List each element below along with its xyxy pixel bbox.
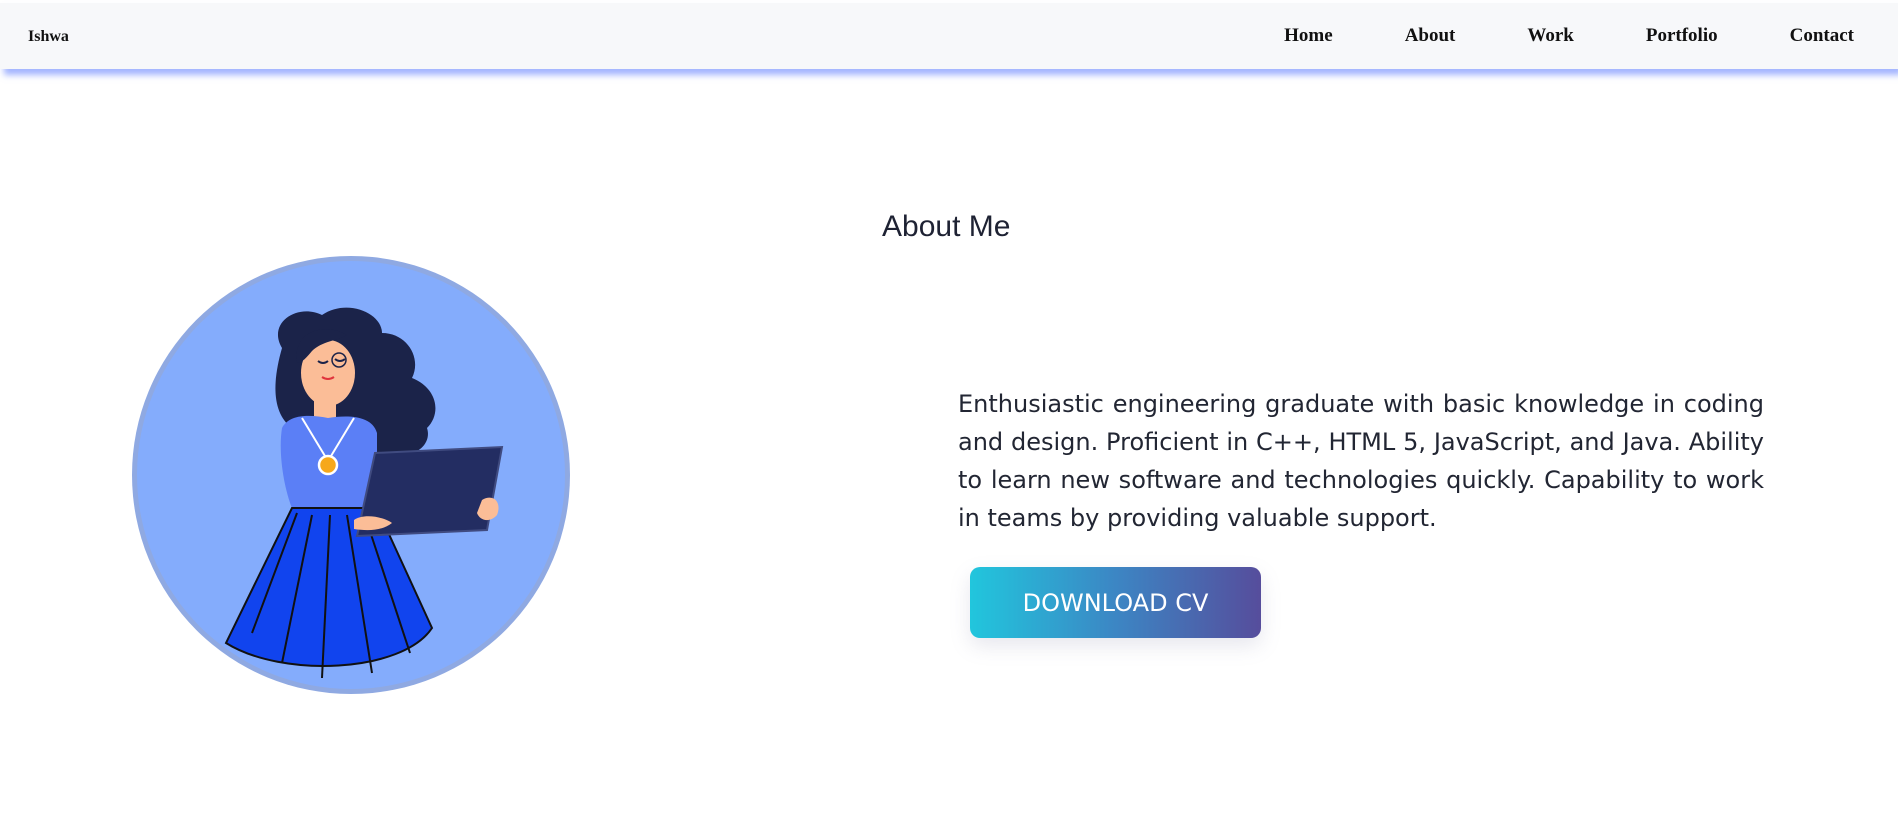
nav-link-contact[interactable]: Contact — [1752, 25, 1888, 47]
download-cv-label: DOWNLOAD CV — [1022, 588, 1209, 617]
brand-logo[interactable]: Ishwa — [28, 28, 69, 46]
about-description: Enthusiastic engineering graduate with b… — [958, 390, 1764, 532]
navbar: Ishwa Home About Work Portfolio Contact — [0, 3, 1898, 69]
nav-links: Home About Work Portfolio Contact — [1246, 25, 1888, 47]
woman-laptop-illustration — [132, 256, 570, 694]
nav-link-portfolio[interactable]: Portfolio — [1608, 25, 1752, 47]
nav-link-work[interactable]: Work — [1489, 25, 1607, 47]
download-cv-button[interactable]: DOWNLOAD CV — [970, 567, 1261, 638]
nav-link-home[interactable]: Home — [1246, 25, 1367, 47]
nav-link-about[interactable]: About — [1367, 25, 1490, 47]
avatar-illustration — [132, 253, 570, 697]
pendant — [317, 454, 339, 476]
about-title: About Me — [882, 210, 1011, 243]
